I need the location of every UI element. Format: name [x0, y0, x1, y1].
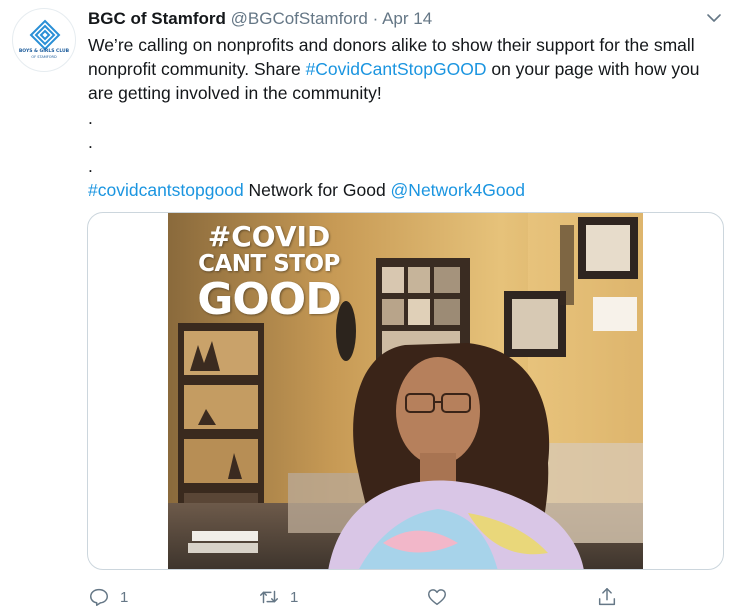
media-attachment[interactable]: #COVID CANT STOP GOOD — [87, 212, 724, 570]
tweet-dot-line: . — [88, 131, 93, 152]
avatar-text-primary: BOYS & GIRLS CLUB — [18, 49, 70, 54]
author-handle[interactable]: @BGCofStamford — [231, 9, 368, 28]
tweet-dot-line: . — [88, 156, 93, 177]
like-icon — [428, 589, 446, 606]
separator-dot: · — [372, 9, 379, 28]
tweet-text: We’re calling on nonprofits and donors a… — [88, 33, 728, 202]
reply-button[interactable]: 1 — [88, 584, 128, 610]
tweet-dot-line: . — [88, 107, 93, 128]
like-button[interactable] — [426, 584, 458, 610]
chevron-down-icon — [707, 14, 721, 22]
hashtag-link[interactable]: #CovidCantStopGOOD — [306, 59, 487, 79]
tweet-tags-line: #covidcantstopgood Network for Good @Net… — [88, 178, 728, 202]
overlay-line3: GOOD — [197, 274, 341, 325]
tweet-paragraph: We’re calling on nonprofits and donors a… — [88, 33, 728, 106]
author-name[interactable]: BGC of Stamford — [88, 9, 226, 28]
tweet-card[interactable]: BOYS & GIRLS CLUB OF STAMFORD BGC of Sta… — [0, 0, 744, 613]
share-icon — [598, 588, 616, 606]
retweet-count: 1 — [290, 588, 299, 606]
tweet-date[interactable]: Apr 14 — [382, 9, 432, 28]
tweet-text-part3: Network for Good — [243, 180, 391, 201]
overlay-line1: #COVID — [207, 220, 331, 253]
more-options-button[interactable] — [704, 8, 724, 28]
tweet-header: BGC of Stamford @BGCofStamford · Apr 14 — [88, 8, 432, 30]
bgc-logo-icon — [29, 19, 61, 51]
mention-link[interactable]: @Network4Good — [391, 180, 526, 200]
reply-icon — [90, 588, 108, 606]
retweet-button[interactable]: 1 — [258, 584, 298, 610]
hashtag-link[interactable]: #covidcantstopgood — [88, 180, 244, 200]
share-button[interactable] — [596, 584, 628, 610]
media-overlay-text: #COVID CANT STOP GOOD — [184, 223, 354, 322]
avatar-text-secondary: OF STAMFORD — [31, 55, 57, 59]
reply-count: 1 — [120, 588, 129, 606]
avatar[interactable]: BOYS & GIRLS CLUB OF STAMFORD — [12, 8, 76, 72]
overlay-line2: CANT STOP — [198, 251, 340, 277]
retweet-icon — [260, 590, 278, 604]
tweet-actions: 1 1 — [88, 584, 728, 610]
